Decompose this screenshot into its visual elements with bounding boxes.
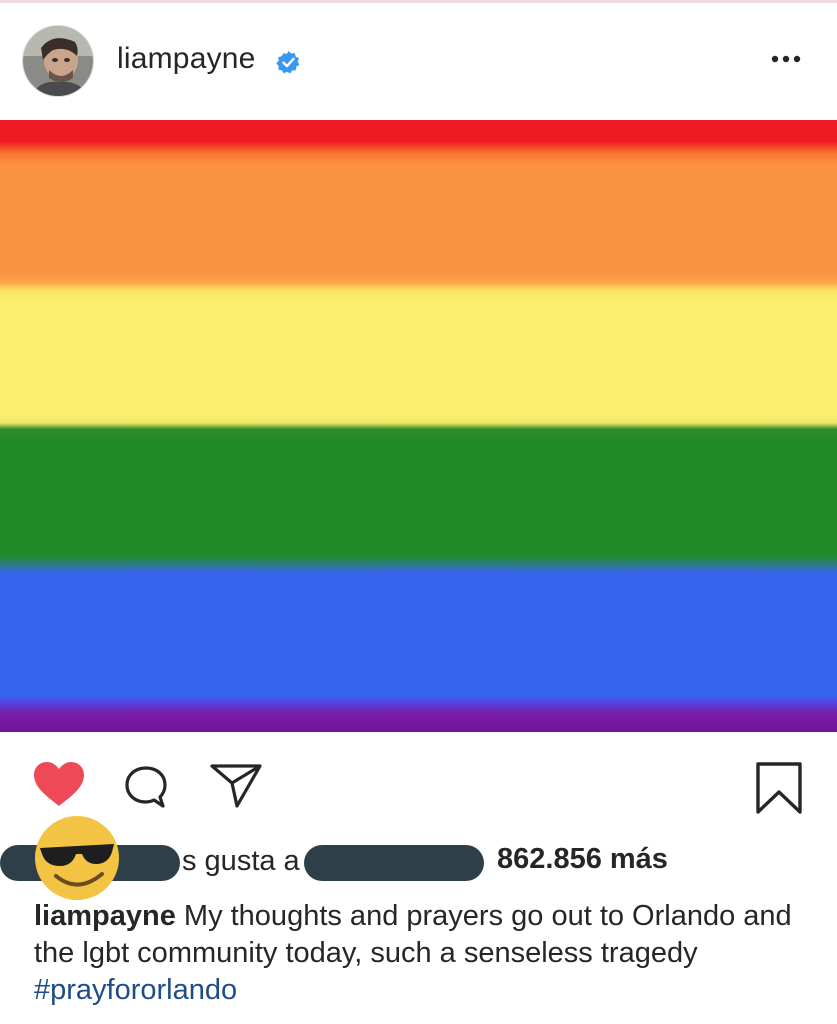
author-username[interactable]: liampayne — [117, 42, 256, 76]
caption-username[interactable]: liampayne — [34, 900, 184, 932]
heart-filled-icon[interactable] — [32, 760, 86, 808]
avatar-photo — [23, 26, 93, 96]
more-horizontal-icon[interactable] — [766, 44, 806, 74]
likes-text: s gusta a — [182, 845, 300, 877]
rainbow-flag-graphic — [0, 120, 837, 732]
comment-bubble-icon[interactable] — [122, 764, 172, 812]
likes-count[interactable]: 862.856 más — [497, 843, 668, 876]
post-caption: liampayne My thoughts and prayers go out… — [34, 898, 814, 1009]
post-header: liampayne — [0, 0, 837, 120]
redaction-bar — [304, 845, 484, 881]
post-image-rainbow-flag[interactable] — [0, 120, 837, 732]
verified-badge-icon — [276, 51, 300, 74]
caption-hashtag[interactable]: #prayfororlando — [34, 974, 237, 1006]
bookmark-icon[interactable] — [752, 760, 806, 818]
likes-summary[interactable]: s gusta a 862.856 más — [0, 838, 837, 888]
paper-plane-icon[interactable] — [208, 762, 264, 810]
post-action-bar — [0, 740, 837, 820]
avatar[interactable] — [22, 25, 94, 97]
sunglasses-emoji-icon — [35, 816, 119, 900]
